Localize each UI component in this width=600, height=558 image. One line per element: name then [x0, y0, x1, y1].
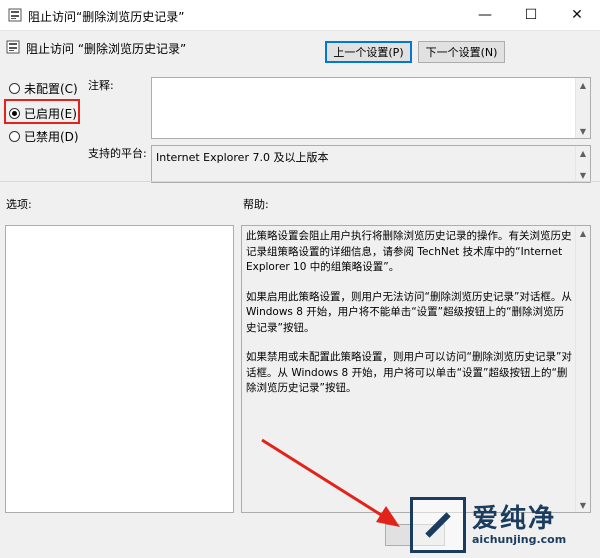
highlight-box: [4, 99, 80, 124]
maximize-button[interactable]: ☐: [508, 0, 554, 30]
help-paragraph: 此策略设置会阻止用户执行将删除浏览历史记录的操作。有关浏览历史记录组策略设置的详…: [246, 230, 572, 273]
radio-circle-icon: [9, 131, 20, 142]
help-paragraph: 如果启用此策略设置，则用户无法访问“删除浏览历史记录”对话框。从 Windows…: [246, 290, 572, 334]
help-panel: 此策略设置会阻止用户执行将删除浏览历史记录的操作。有关浏览历史记录组策略设置的详…: [241, 225, 591, 513]
title-bar: 阻止访问“删除浏览历史记录” — ☐ ✕: [0, 0, 600, 31]
comment-textarea[interactable]: ▲ ▼: [151, 77, 591, 139]
scroll-down-icon[interactable]: ▼: [576, 124, 590, 138]
radio-circle-icon: [9, 83, 20, 94]
watermark-name: 爱纯净: [472, 503, 557, 534]
comment-label: 注释:: [88, 79, 114, 92]
divider: [0, 181, 600, 182]
radio-disabled[interactable]: 已禁用(D): [9, 128, 79, 145]
watermark: 爱纯净 aichunjing.com: [410, 492, 600, 558]
next-setting-button[interactable]: 下一个设置(N): [418, 41, 505, 63]
platform-field: Internet Explorer 7.0 及以上版本 ▲ ▼: [151, 145, 591, 183]
platform-value: Internet Explorer 7.0 及以上版本: [156, 151, 329, 164]
options-label: 选项:: [6, 198, 32, 211]
help-label: 帮助:: [243, 198, 269, 211]
close-button[interactable]: ✕: [554, 0, 600, 30]
previous-setting-button[interactable]: 上一个设置(P): [325, 41, 412, 63]
watermark-logo-icon: [410, 497, 466, 553]
scroll-up-icon[interactable]: ▲: [576, 226, 590, 240]
scroll-up-icon[interactable]: ▲: [576, 146, 590, 160]
minimize-button[interactable]: —: [462, 0, 508, 30]
watermark-url: aichunjing.com: [472, 532, 567, 546]
comment-scrollbar[interactable]: ▲ ▼: [575, 78, 590, 138]
setting-title: 阻止访问 “删除浏览历史记录”: [26, 42, 187, 56]
radio-not-configured[interactable]: 未配置(C): [9, 80, 78, 97]
scroll-down-icon[interactable]: ▼: [576, 168, 590, 182]
platform-scrollbar[interactable]: ▲ ▼: [575, 146, 590, 182]
radio-label: 未配置(C): [24, 82, 78, 96]
help-scrollbar[interactable]: ▲ ▼: [575, 226, 590, 512]
help-paragraph: 如果禁用或未配置此策略设置，则用户可以访问“删除浏览历史记录”对话框。从 Win…: [246, 351, 572, 394]
scroll-up-icon[interactable]: ▲: [576, 78, 590, 92]
help-text: 此策略设置会阻止用户执行将删除浏览历史记录的操作。有关浏览历史记录组策略设置的详…: [246, 229, 572, 411]
policy-icon: [8, 8, 22, 22]
window-title: 阻止访问“删除浏览历史记录”: [28, 10, 185, 24]
policy-icon: [6, 40, 20, 54]
options-panel: [5, 225, 234, 513]
platform-label: 支持的平台:: [88, 147, 147, 160]
radio-label: 已禁用(D): [24, 130, 79, 144]
